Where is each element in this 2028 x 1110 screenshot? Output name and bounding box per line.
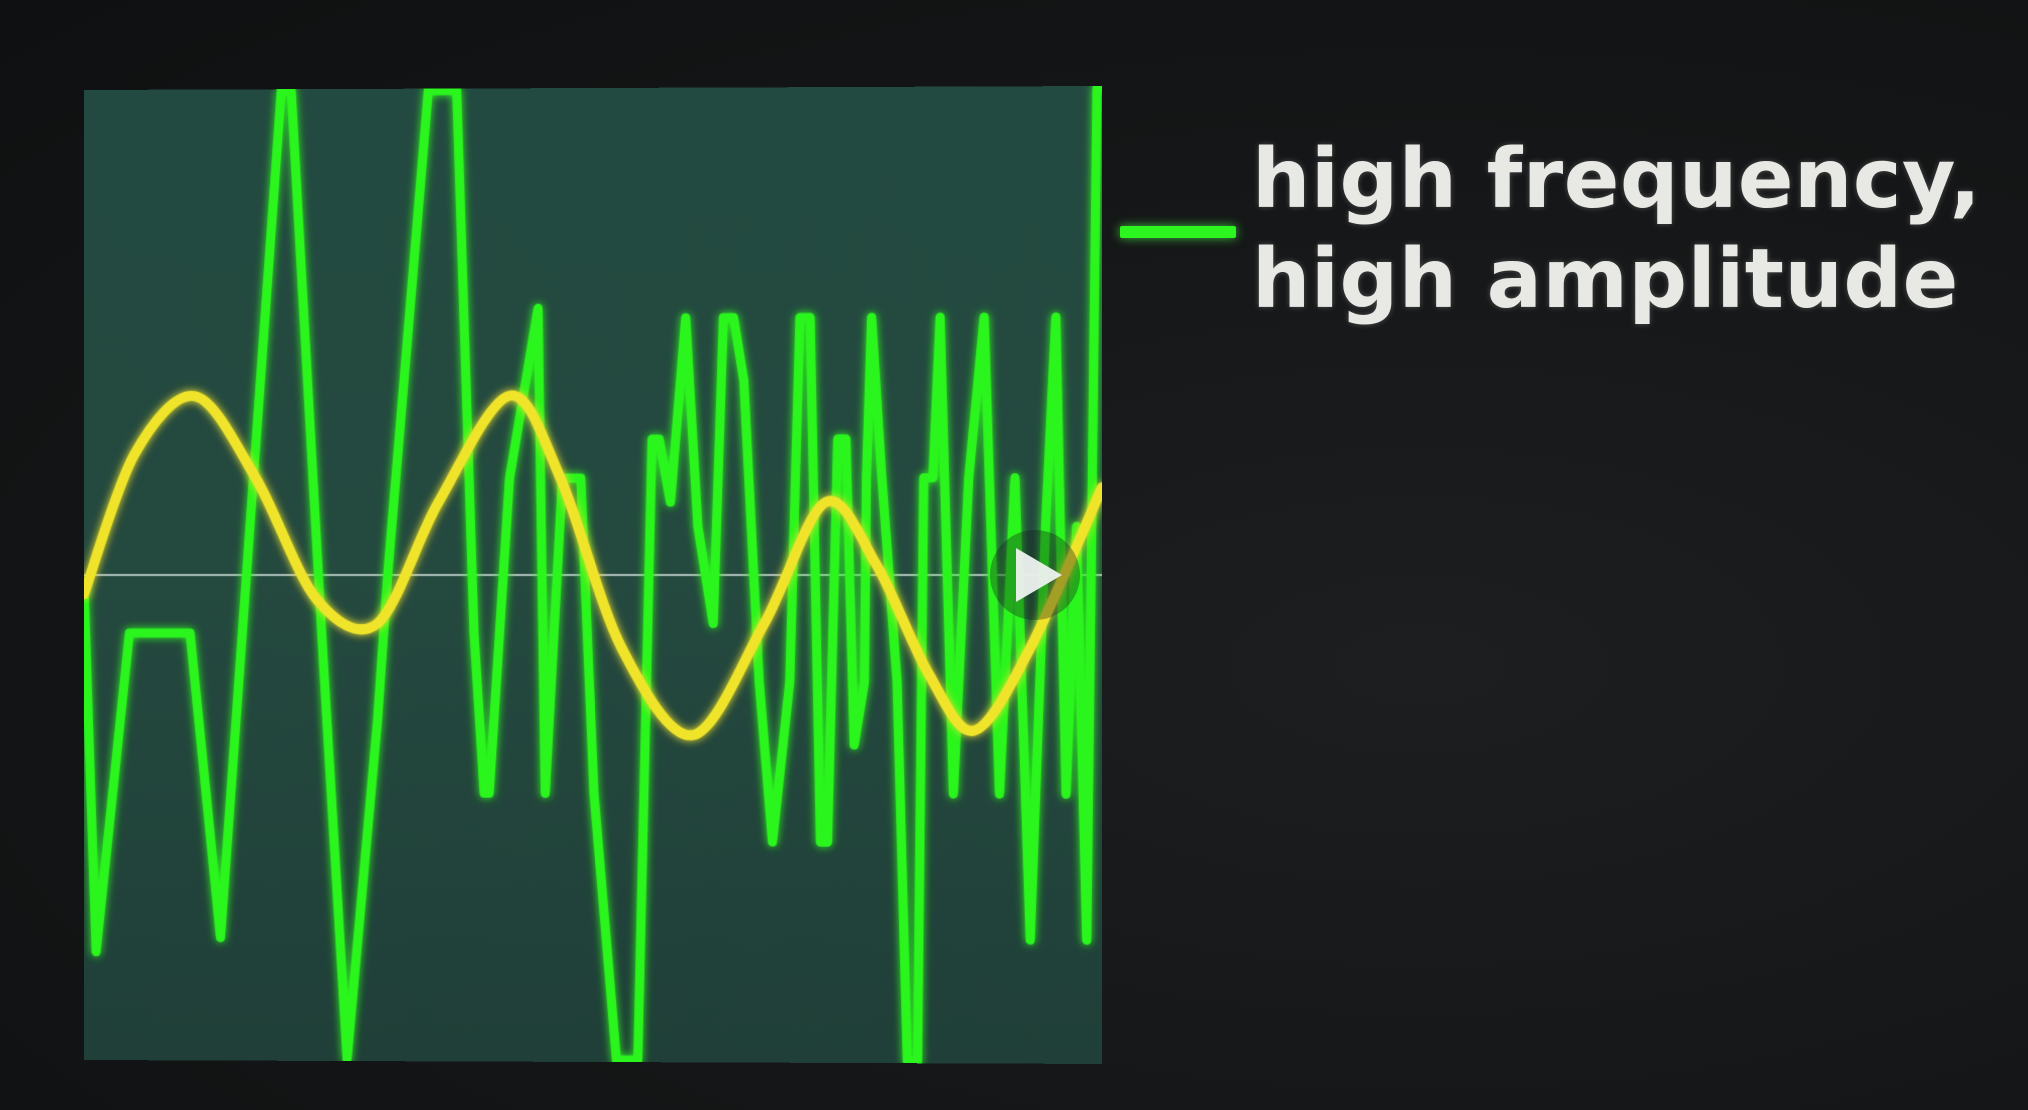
legend-label-line-2: high amplitude (1252, 232, 1959, 327)
play-button[interactable] (990, 530, 1080, 620)
legend-swatch-green (1120, 226, 1236, 238)
waveform-chart (84, 86, 1103, 1064)
legend-label-line-1: high frequency, (1252, 132, 1982, 227)
legend-label: high frequency, high amplitude (1252, 130, 1982, 330)
play-icon (1016, 548, 1062, 602)
presentation-screen: high frequency, high amplitude (0, 0, 2028, 1110)
chart-legend: high frequency, high amplitude (1120, 130, 1982, 330)
